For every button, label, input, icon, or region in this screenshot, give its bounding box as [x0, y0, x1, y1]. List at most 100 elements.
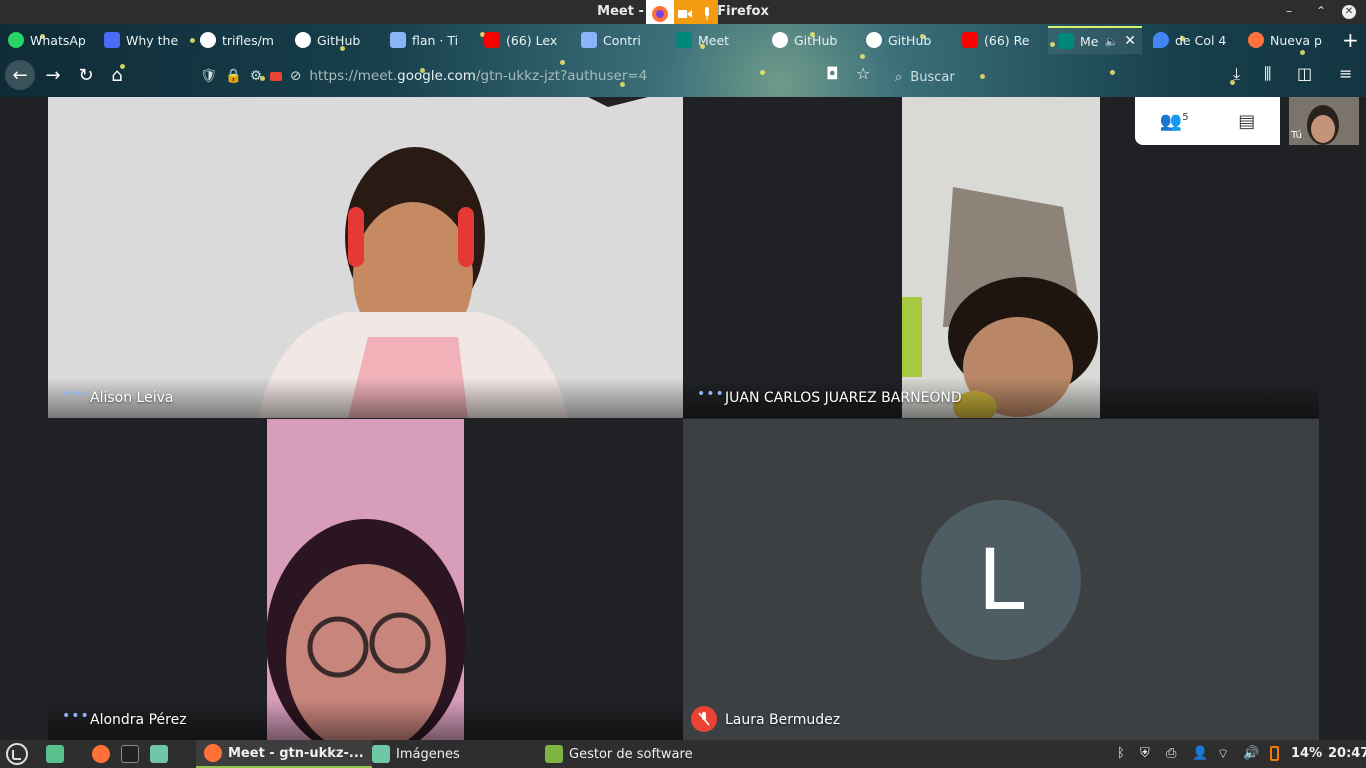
camera-sharing-icon[interactable]	[270, 71, 283, 81]
tab-why-the[interactable]: Why the	[104, 26, 184, 54]
tab-meet-1[interactable]: Meet	[676, 26, 756, 54]
chat-button[interactable]: ▤	[1238, 111, 1255, 132]
tab-label: GitHub	[888, 32, 932, 48]
self-view[interactable]: Tú	[1289, 97, 1359, 145]
tab-youtube-2[interactable]: (66) Re	[962, 26, 1042, 54]
tab-whatsapp[interactable]: WhatsAp	[8, 26, 94, 54]
downloads-icon[interactable]: ⤓	[1233, 64, 1240, 84]
github-icon	[772, 32, 788, 48]
maximize-button[interactable]: ⌃	[1316, 4, 1326, 18]
participant-name: Laura Bermudez	[725, 712, 841, 728]
battery-icon[interactable]	[1270, 746, 1279, 765]
task-software-manager[interactable]: Gestor de software	[545, 740, 693, 768]
tab-label: Meet	[698, 32, 730, 48]
url-prefix: https://meet.	[309, 68, 398, 84]
chat-icon: ▤	[1238, 110, 1256, 132]
back-button[interactable]: ←	[5, 60, 35, 90]
reload-button[interactable]: ↻	[71, 60, 101, 90]
more-options-icon[interactable]: •••	[62, 708, 90, 724]
github-icon	[295, 32, 311, 48]
participant-name: JUAN CARLOS JUAREZ BARNEOND	[725, 390, 962, 406]
show-desktop-button[interactable]	[46, 740, 64, 768]
mic-sharing-icon[interactable]: ⊘	[290, 68, 301, 84]
shield-tray-icon[interactable]: ⛨	[1140, 746, 1150, 761]
close-window-button[interactable]: ✕	[1342, 5, 1356, 19]
task-label: Gestor de software	[569, 746, 693, 762]
menu-icon[interactable]: ≡	[1339, 64, 1352, 83]
url-text[interactable]: https://meet.google.com/gtn-ukkz-jzt?aut…	[309, 68, 647, 84]
doc-icon	[104, 32, 120, 48]
tab-label: GitHub	[317, 32, 361, 48]
mic-off-icon	[691, 706, 717, 732]
forward-button[interactable]: →	[38, 60, 68, 90]
tab-youtube-1[interactable]: (66) Lex	[484, 26, 566, 54]
github-icon	[866, 32, 882, 48]
tab-contri[interactable]: Contri	[581, 26, 661, 54]
terminal-launcher[interactable]	[121, 740, 139, 768]
tab-trifles[interactable]: trifles/m	[200, 26, 280, 54]
youtube-icon	[962, 32, 978, 48]
participant-tile[interactable]: ••• Alondra Pérez	[48, 419, 683, 740]
user-icon[interactable]: 👤	[1192, 746, 1208, 761]
search-box[interactable]: ⌕ Buscar	[895, 64, 1155, 90]
permissions-icon[interactable]: ⚙	[250, 68, 262, 84]
participant-tile[interactable]: L Laura Bermudez	[683, 419, 1319, 740]
doc-icon	[581, 32, 597, 48]
firefox-icon	[1248, 32, 1264, 48]
people-button[interactable]: 👥5	[1160, 111, 1189, 132]
software-manager-icon	[545, 745, 563, 763]
participant-name: Alison Leiva	[90, 390, 174, 406]
tab-meet-active[interactable]: Me 🔈 ✕	[1048, 26, 1142, 54]
clock[interactable]: 20:47	[1328, 746, 1366, 761]
meet-main: ••• Alison Leiva ••• JUAN CARLOS JUAREZ …	[0, 97, 1366, 740]
task-label: Meet - gtn-ukkz-...	[228, 745, 364, 761]
firefox-icon	[204, 744, 222, 762]
speaker-icon[interactable]: 🔈	[1104, 35, 1118, 48]
files-launcher[interactable]	[150, 740, 168, 768]
close-tab-icon[interactable]: ✕	[1124, 33, 1136, 49]
participant-video	[48, 419, 683, 740]
tab-github-1[interactable]: GitHub	[295, 26, 375, 54]
tab-maps[interactable]: de Col 4	[1153, 26, 1233, 54]
pocket-icon[interactable]: ◘	[826, 64, 839, 83]
shield-icon[interactable]: 🛡	[200, 68, 217, 84]
sidebar-icon[interactable]: ◫	[1297, 64, 1312, 83]
firefox-icon	[92, 745, 110, 763]
folder-icon	[372, 745, 390, 763]
menu-start-button[interactable]	[6, 740, 28, 768]
tab-new[interactable]: Nueva p	[1248, 26, 1328, 54]
home-button[interactable]: ⌂	[102, 60, 132, 90]
task-imagenes[interactable]: Imágenes	[372, 740, 460, 768]
youtube-icon	[484, 32, 500, 48]
participant-name: Alondra Pérez	[90, 712, 187, 728]
more-options-icon[interactable]: •••	[697, 386, 725, 402]
participant-tile[interactable]: ••• JUAN CARLOS JUAREZ BARNEOND	[683, 97, 1319, 418]
tab-strip: WhatsAp Why the trifles/m GitHub flan · …	[0, 26, 1366, 54]
whatsapp-icon	[8, 32, 24, 48]
task-firefox-meet[interactable]: Meet - gtn-ukkz-...	[196, 740, 372, 768]
desktop-icon	[46, 745, 64, 763]
maps-icon	[1153, 32, 1169, 48]
volume-icon[interactable]: 🔊	[1243, 746, 1259, 761]
wifi-icon[interactable]: ⌔	[1217, 746, 1229, 762]
minimize-button[interactable]: –	[1286, 4, 1292, 18]
doc-icon	[390, 32, 406, 48]
tab-label: flan · Ti	[412, 32, 459, 48]
meeting-panel: 👥5 ▤	[1135, 97, 1280, 145]
task-label: Imágenes	[396, 746, 460, 762]
printer-icon[interactable]: ⎙	[1166, 746, 1176, 761]
lock-icon[interactable]: 🔒	[225, 68, 242, 84]
library-icon[interactable]: ⫼	[1264, 64, 1271, 84]
tab-label: GitHub	[794, 32, 838, 48]
new-tab-button[interactable]: +	[1342, 28, 1359, 52]
bluetooth-icon[interactable]: ᛒ	[1117, 746, 1125, 761]
tab-github-2[interactable]: GitHub	[772, 26, 852, 54]
tab-label: WhatsAp	[30, 32, 86, 48]
firefox-launcher[interactable]	[92, 740, 110, 768]
tab-github-3[interactable]: GitHub	[866, 26, 946, 54]
more-options-icon[interactable]: •••	[62, 386, 90, 402]
participant-tile[interactable]: ••• Alison Leiva	[48, 97, 683, 418]
self-label: Tú	[1291, 130, 1302, 141]
tab-flan[interactable]: flan · Ti	[390, 26, 470, 54]
bookmark-star-icon[interactable]: ☆	[856, 64, 870, 83]
